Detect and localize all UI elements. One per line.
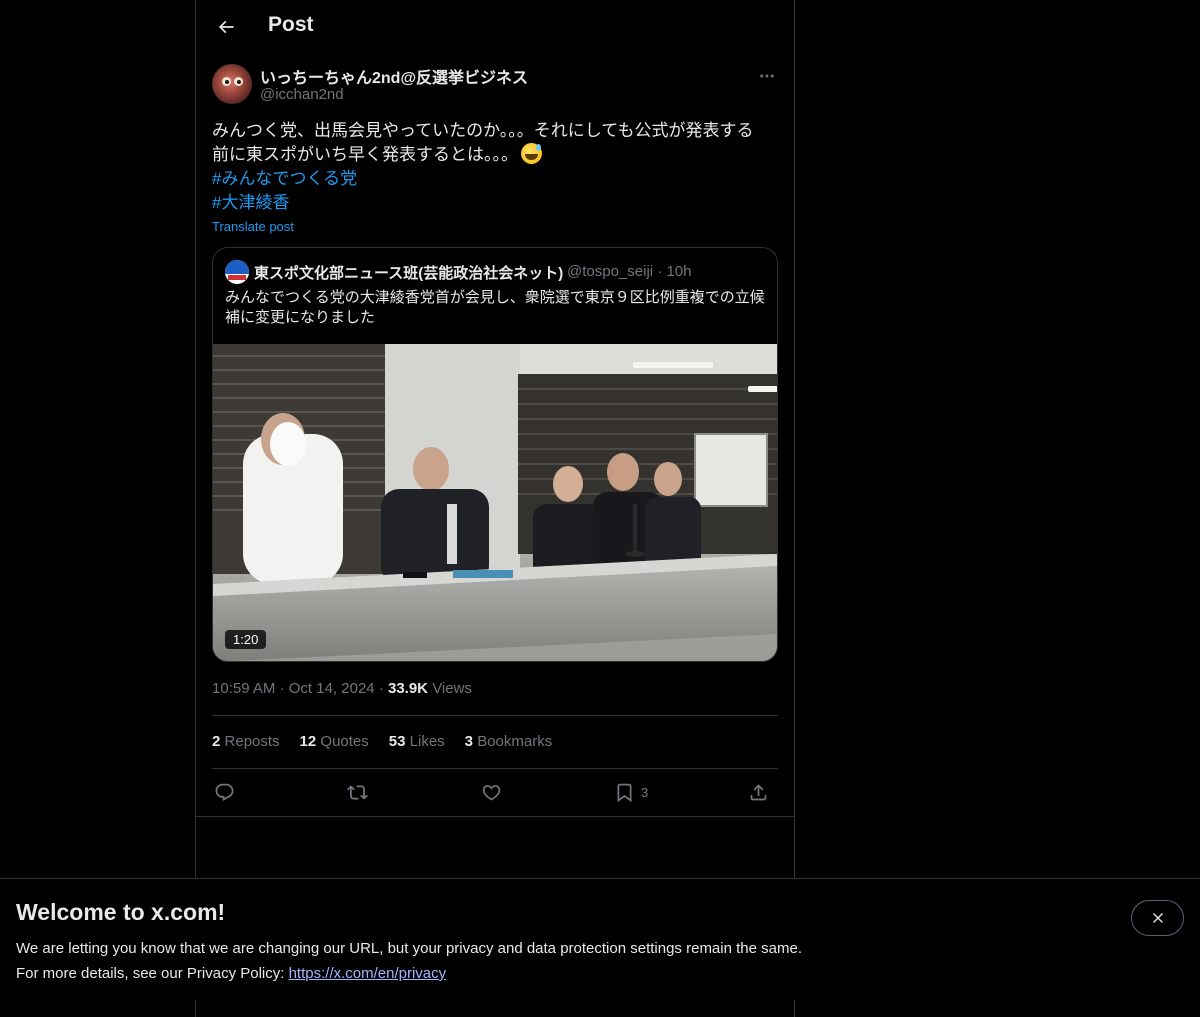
- back-arrow-icon: [218, 20, 234, 34]
- banner-text-line: We are letting you know that we are chan…: [16, 940, 802, 957]
- banner-text-line: For more details, see our Privacy Policy…: [16, 965, 289, 982]
- banner-text: We are letting you know that we are chan…: [16, 936, 802, 986]
- hashtag-link[interactable]: #大津綾香: [212, 191, 778, 215]
- primary-column: Post いっちーちゃん2nd@反選挙ビジネス @icchan2nd みんつく党…: [195, 0, 795, 1017]
- bookmarks-stat[interactable]: 3 Bookmarks: [465, 733, 553, 750]
- author-name[interactable]: いっちーちゃん2nd@反選挙ビジネス: [260, 64, 528, 88]
- welcome-banner: Welcome to x.com! We are letting you kno…: [0, 878, 1200, 1000]
- views-label: Views: [432, 680, 472, 697]
- author-handle[interactable]: @icchan2nd: [260, 86, 344, 103]
- post-text-line: みんつく党、出馬会見やっていたのか。。。それにしても公式が発表する: [212, 121, 754, 140]
- avatar[interactable]: [212, 64, 252, 104]
- more-button[interactable]: [755, 66, 779, 86]
- close-icon: [1152, 913, 1163, 923]
- views-count: 33.9K: [387, 680, 429, 697]
- bookmark-button[interactable]: 3: [614, 780, 648, 804]
- post-stats: 2 Reposts 12 Quotes 53 Likes 3 Bookmarks: [212, 733, 552, 750]
- sweat-smile-emoji-icon: [521, 143, 542, 164]
- like-icon: [482, 784, 501, 801]
- page-title: Post: [268, 13, 314, 36]
- quote-author-name[interactable]: 東スポ文化部ニュース班(芸能政治社会ネット): [254, 262, 563, 283]
- reply-icon: [215, 783, 234, 801]
- quotes-stat[interactable]: 12 Quotes: [300, 733, 369, 750]
- bookmark-count: 3: [641, 784, 649, 800]
- more-icon: [760, 74, 774, 78]
- post-text-line: 前に東スポがいち早く発表するとは。。。: [212, 145, 518, 164]
- banner-title: Welcome to x.com!: [16, 899, 226, 925]
- divider: [212, 715, 778, 716]
- divider: [212, 768, 778, 769]
- share-icon: [750, 783, 767, 800]
- close-banner-button[interactable]: [1131, 900, 1184, 936]
- translate-post-link[interactable]: Translate post: [212, 219, 294, 234]
- hashtag-link[interactable]: #みんなでつくる党: [212, 167, 778, 191]
- like-button[interactable]: [481, 780, 502, 804]
- share-button[interactable]: [748, 780, 769, 804]
- divider: [196, 816, 794, 817]
- quote-text-line: 補に変更になりました: [225, 309, 376, 326]
- post-actions: 3: [212, 780, 778, 806]
- post-time[interactable]: 10:59 AM: [212, 680, 275, 697]
- post-text: みんつく党、出馬会見やっていたのか。。。それにしても公式が発表する 前に東スポが…: [212, 119, 778, 215]
- post-date[interactable]: Oct 14, 2024: [289, 680, 375, 697]
- quote-author-handle[interactable]: @tospo_seiji: [567, 263, 653, 280]
- video-thumbnail-image: [213, 344, 777, 661]
- quoted-post[interactable]: 東スポ文化部ニュース班(芸能政治社会ネット) @tospo_seiji · 10…: [212, 247, 778, 662]
- repost-button[interactable]: [347, 780, 368, 804]
- quote-text-line: みんなでつくる党の大津綾香党首が会見し、衆院選で東京９区比例重複での立候: [225, 289, 765, 306]
- reply-button[interactable]: [214, 780, 235, 804]
- post-header: Post: [196, 0, 794, 53]
- quote-age[interactable]: 10h: [666, 263, 691, 280]
- likes-stat[interactable]: 53 Likes: [389, 733, 445, 750]
- video-duration-badge: 1:20: [225, 630, 267, 649]
- privacy-policy-link[interactable]: https://x.com/en/privacy: [289, 965, 447, 982]
- bookmark-icon: [617, 783, 632, 802]
- back-button[interactable]: [212, 13, 240, 41]
- reposts-stat[interactable]: 2 Reposts: [212, 733, 280, 750]
- repost-icon: [347, 784, 368, 800]
- post-author: いっちーちゃん2nd@反選挙ビジネス @icchan2nd: [212, 64, 778, 106]
- quote-text: みんなでつくる党の大津綾香党首が会見し、衆院選で東京９区比例重複での立候 補に変…: [225, 288, 769, 328]
- quote-avatar[interactable]: [225, 260, 249, 284]
- video-player[interactable]: 1:20: [213, 344, 777, 661]
- post-timestamp: 10:59 AM · Oct 14, 2024 · 33.9K Views: [212, 680, 472, 697]
